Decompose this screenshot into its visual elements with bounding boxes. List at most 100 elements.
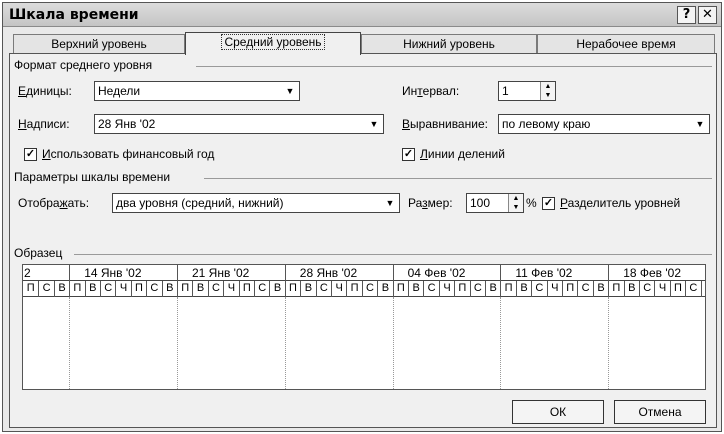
size-spinner[interactable]: 100 ▲ ▼ <box>466 193 524 213</box>
week-separator <box>392 297 394 389</box>
day-cell: С <box>315 281 331 297</box>
day-cell: П <box>238 281 254 297</box>
week-label: 11 Фев '02 <box>500 265 608 281</box>
labels-select[interactable]: 28 Янв '02 ▼ <box>94 114 384 134</box>
day-cell: П <box>177 281 192 297</box>
align-select[interactable]: по левому краю ▼ <box>498 114 710 134</box>
day-cell: П <box>500 281 515 297</box>
chevron-down-icon[interactable]: ▼ <box>382 195 398 211</box>
day-cell: П <box>392 281 408 297</box>
interval-spinner[interactable]: 1 ▲ ▼ <box>498 81 556 101</box>
size-unit: % <box>526 196 537 210</box>
day-cell: С <box>38 281 53 297</box>
show-label: Отображать: <box>18 196 90 210</box>
day-cell: Ч <box>438 281 454 297</box>
week-row: 2 14 Янв '02 21 Янв '02 28 Янв '02 04 Фев '0… <box>23 265 705 281</box>
day-cell: Ч <box>115 281 130 297</box>
sample-group-title: Образец <box>14 246 63 260</box>
day-cell: П <box>454 281 469 297</box>
ok-button[interactable]: ОК <box>512 400 604 424</box>
day-cell: П <box>69 281 84 297</box>
cancel-button[interactable]: Отмена <box>614 400 706 424</box>
separator-label: Разделитель уровней <box>560 196 681 210</box>
spin-up-icon[interactable]: ▲ <box>508 194 523 203</box>
week-separator <box>500 297 502 389</box>
tab-middle-level[interactable]: Средний уровень <box>185 32 361 55</box>
help-button[interactable]: ? <box>677 6 696 24</box>
day-cell: В <box>192 281 207 297</box>
day-cell: В <box>53 281 69 297</box>
interval-value: 1 <box>502 84 509 98</box>
separator-checkbox[interactable]: ✓ <box>542 197 555 210</box>
week-label: 18 Фев '02 <box>608 265 705 281</box>
chevron-down-icon[interactable]: ▼ <box>366 116 382 132</box>
day-cell: Ч <box>546 281 562 297</box>
week-label: 21 Янв '02 <box>177 265 285 281</box>
units-select[interactable]: Недели ▼ <box>94 81 300 101</box>
day-cell: В <box>515 281 531 297</box>
day-cell: В <box>700 281 705 297</box>
day-cell: П <box>26 282 35 294</box>
day-cell: П <box>562 281 577 297</box>
day-cell: С <box>423 281 438 297</box>
day-cell: В <box>592 281 608 297</box>
divider <box>204 178 712 179</box>
day-cell: В <box>377 281 392 297</box>
week-separator <box>284 297 286 389</box>
day-cell: В <box>84 281 100 297</box>
format-group-title: Формат среднего уровня <box>14 58 153 72</box>
day-cell: С <box>361 281 377 297</box>
day-cell: В <box>485 281 500 297</box>
day-cell: С <box>207 281 223 297</box>
day-cell: С <box>100 281 115 297</box>
title-bar: Шкала времени ? ✕ <box>3 3 721 27</box>
day-cell: Ч <box>331 281 346 297</box>
week-label: 04 Фев '02 <box>392 265 501 281</box>
week-separator <box>608 297 610 389</box>
align-label: Выравнивание: <box>402 117 488 131</box>
chevron-down-icon[interactable]: ▼ <box>692 116 708 132</box>
interval-label: Интервал: <box>402 84 460 98</box>
spin-down-icon[interactable]: ▼ <box>508 203 523 212</box>
align-value: по левому краю <box>502 117 591 131</box>
day-cell: С <box>254 281 269 297</box>
size-label: Размер: <box>408 196 453 210</box>
day-cell: Ч <box>654 281 669 297</box>
divider <box>196 66 712 67</box>
tab-label: Средний уровень <box>221 34 325 50</box>
tab-nonworking-time[interactable]: Нерабочее время <box>537 34 715 54</box>
tab-bottom-level[interactable]: Нижний уровень <box>361 34 537 54</box>
tab-top-level[interactable]: Верхний уровень <box>13 34 185 54</box>
day-cell: В <box>269 281 284 297</box>
week-label: 28 Янв '02 <box>284 265 393 281</box>
close-button[interactable]: ✕ <box>698 6 717 24</box>
tab-panel: Формат среднего уровня Единицы: Недели ▼… <box>9 53 717 428</box>
tab-label: Верхний уровень <box>51 37 147 51</box>
labels-value: 28 Янв '02 <box>98 117 156 131</box>
day-cell: В <box>623 281 639 297</box>
chevron-down-icon[interactable]: ▼ <box>282 83 298 99</box>
week-label: 14 Янв '02 <box>69 265 177 281</box>
spin-down-icon[interactable]: ▼ <box>540 91 555 100</box>
day-cell: С <box>685 281 700 297</box>
size-value: 100 <box>470 196 491 210</box>
tick-lines-checkbox[interactable]: ✓ <box>402 148 415 161</box>
day-cell: С <box>577 281 592 297</box>
day-cell: В <box>300 281 315 297</box>
units-value: Недели <box>98 84 141 98</box>
spin-up-icon[interactable]: ▲ <box>540 82 555 91</box>
show-value: два уровня (средний, нижний) <box>116 196 284 210</box>
tab-label: Нижний уровень <box>403 37 495 51</box>
week-label: 2 <box>24 266 31 280</box>
day-cell: П <box>346 281 361 297</box>
fiscal-year-checkbox[interactable]: ✓ <box>24 148 37 161</box>
timescale-preview: 2 14 Янв '02 21 Янв '02 28 Янв '02 04 Фев '0… <box>22 264 706 390</box>
tab-bar: Верхний уровень Средний уровень Нижний у… <box>3 32 721 55</box>
tick-lines-label: Линии делений <box>420 147 505 161</box>
day-cell: С <box>146 281 161 297</box>
timescale-dialog: Шкала времени ? ✕ Верхний уровень Средни… <box>2 2 722 432</box>
show-select[interactable]: два уровня (средний, нижний) ▼ <box>112 193 400 213</box>
tab-label: Нерабочее время <box>576 37 676 51</box>
params-group-title: Параметры шкалы времени <box>14 170 171 184</box>
day-cell: В <box>161 281 177 297</box>
